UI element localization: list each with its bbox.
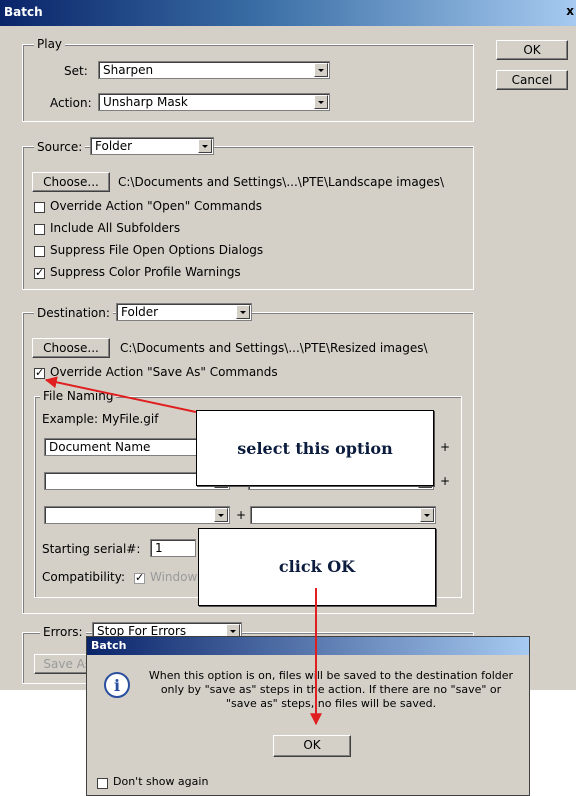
arrow-to-override bbox=[44, 376, 197, 413]
annotation-arrows bbox=[44, 376, 322, 726]
